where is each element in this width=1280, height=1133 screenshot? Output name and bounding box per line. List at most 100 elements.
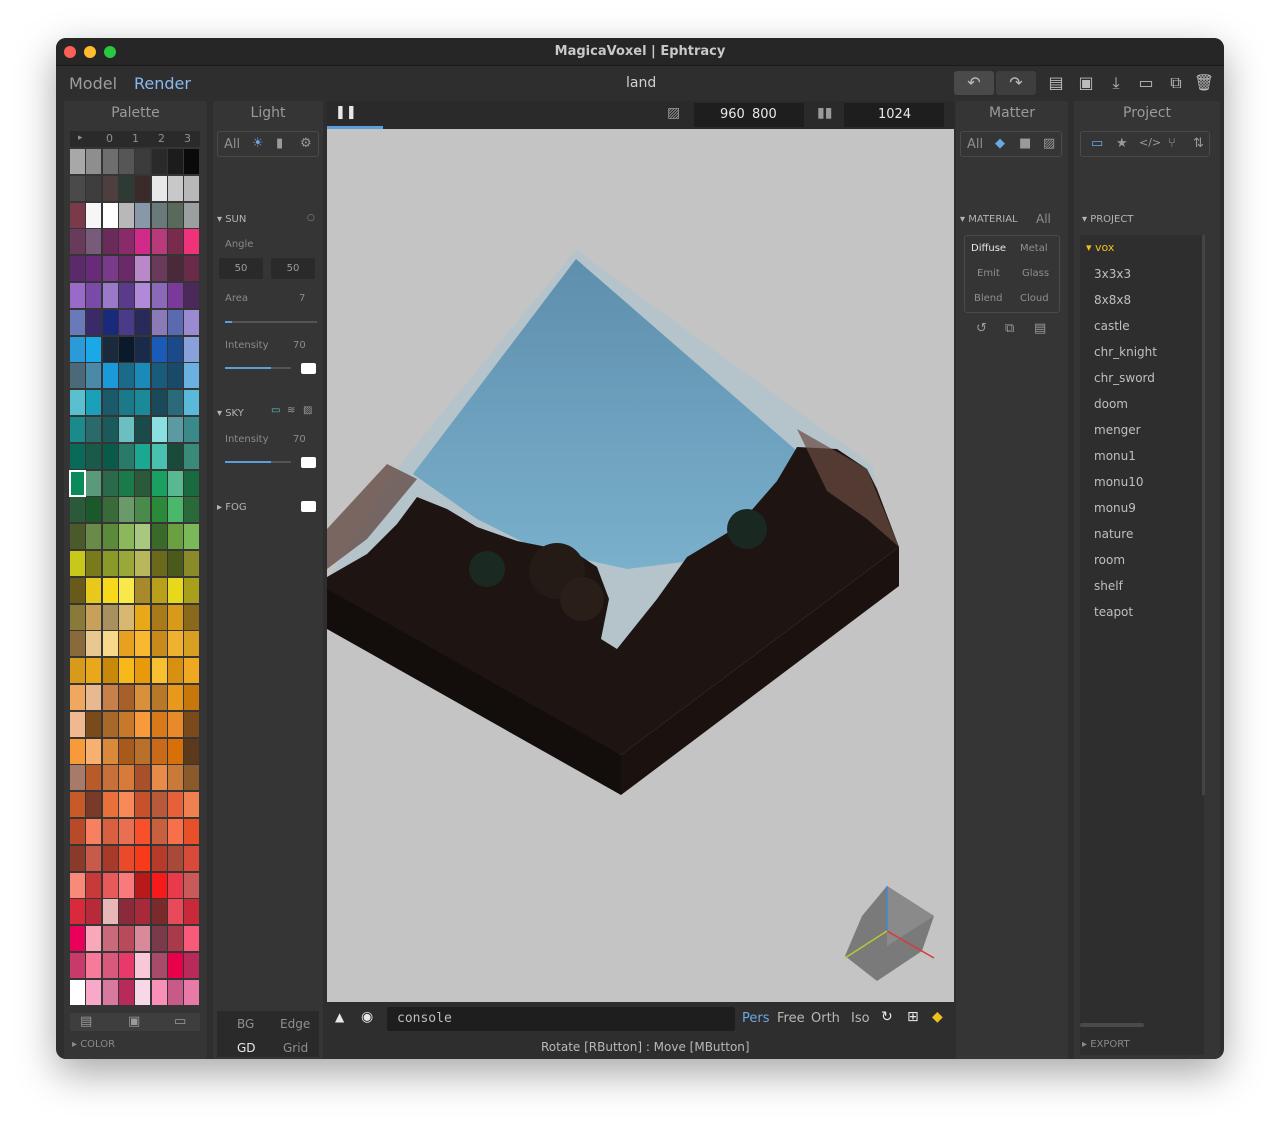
palette-swatch[interactable] <box>70 765 85 791</box>
palette-swatch[interactable] <box>151 175 167 201</box>
matter-filter-all[interactable]: All <box>967 137 983 152</box>
palette-swatch[interactable] <box>70 524 85 550</box>
palette-swatch[interactable] <box>102 149 118 174</box>
sky-section-toggle[interactable]: ▾ SKY <box>217 408 244 419</box>
palette-swatch[interactable] <box>86 792 102 818</box>
gear-icon[interactable]: ⚙ <box>300 136 312 151</box>
palette-swatch[interactable] <box>118 953 134 978</box>
palette-swatch[interactable] <box>167 417 183 442</box>
palette-swatch[interactable] <box>86 658 102 684</box>
palette-swatch[interactable] <box>184 658 200 684</box>
palette-swatch[interactable] <box>151 604 167 630</box>
palette-swatch[interactable] <box>184 792 200 818</box>
palette-swatch[interactable] <box>118 658 134 684</box>
palette-swatch[interactable] <box>167 470 183 496</box>
palette-swatch[interactable] <box>151 926 167 952</box>
sun-color-swatch[interactable] <box>301 363 316 374</box>
palette-swatch[interactable] <box>118 283 134 308</box>
palette-swatch[interactable] <box>167 283 183 308</box>
sun-intensity-slider[interactable] <box>225 367 291 369</box>
palette-swatch[interactable] <box>184 845 200 871</box>
palette-swatch[interactable] <box>135 685 151 710</box>
render-size-field[interactable]: 960 800 <box>694 103 804 127</box>
palette-swatch[interactable] <box>135 845 151 871</box>
palette-swatch[interactable] <box>184 283 200 308</box>
samples-field[interactable]: 1024 <box>844 103 944 127</box>
palette-swatch[interactable] <box>135 417 151 442</box>
palette-swatch[interactable] <box>118 524 134 550</box>
palette-swatch[interactable] <box>70 979 85 1005</box>
palette-swatch[interactable] <box>167 845 183 871</box>
palette-swatch[interactable] <box>86 577 102 603</box>
palette-swatch[interactable] <box>135 443 151 469</box>
palette-swatch[interactable] <box>135 738 151 764</box>
palette-swatch[interactable] <box>102 872 118 898</box>
palette-swatch[interactable] <box>135 390 151 416</box>
palette-swatch[interactable] <box>118 685 134 710</box>
palette-swatch[interactable] <box>135 792 151 818</box>
palette-swatch[interactable] <box>167 765 183 791</box>
palette-swatch[interactable] <box>167 819 183 844</box>
palette-swatch[interactable] <box>70 309 85 335</box>
palette-swatch[interactable] <box>86 283 102 308</box>
palette-swatch[interactable] <box>118 336 134 362</box>
palette-swatch[interactable] <box>86 336 102 362</box>
palette-swatch[interactable] <box>102 631 118 657</box>
palette-swatch[interactable] <box>184 899 200 925</box>
frame-icon[interactable]: ⊞ <box>907 1009 919 1025</box>
palette-swatch[interactable] <box>70 738 85 764</box>
palette-swatch[interactable] <box>151 953 167 978</box>
sort-icon[interactable]: ⇅ <box>1193 136 1204 151</box>
palette-swatch[interactable] <box>86 417 102 442</box>
palette-swatch[interactable] <box>102 792 118 818</box>
palette-swatch[interactable] <box>135 899 151 925</box>
palette-swatch[interactable] <box>135 497 151 523</box>
samples-chart-icon[interactable]: ▮▮ <box>817 105 832 121</box>
export-section-toggle[interactable]: ▸ EXPORT <box>1082 1039 1130 1050</box>
palette-swatch[interactable] <box>135 551 151 576</box>
palette-swatch[interactable] <box>86 202 102 228</box>
palette-swatch[interactable] <box>118 175 134 201</box>
palette-swatch[interactable] <box>86 738 102 764</box>
palette-swatch[interactable] <box>151 149 167 174</box>
palette-swatch[interactable] <box>102 470 118 496</box>
palette-swatch[interactable] <box>102 283 118 308</box>
palette-swatch[interactable] <box>102 765 118 791</box>
palette-swatch[interactable] <box>135 872 151 898</box>
palette-swatch[interactable] <box>167 953 183 978</box>
palette-swatch[interactable] <box>102 711 118 737</box>
palette-swatch[interactable] <box>135 711 151 737</box>
project-file-item[interactable]: monu10 <box>1094 475 1144 489</box>
palette-swatch[interactable] <box>167 738 183 764</box>
project-file-item[interactable]: menger <box>1094 423 1141 437</box>
palette-swatch[interactable] <box>184 497 200 523</box>
palette-swatch[interactable] <box>167 792 183 818</box>
area-value[interactable]: 7 <box>299 293 305 304</box>
sun-intensity-value[interactable]: 70 <box>293 340 306 351</box>
palette-swatch[interactable] <box>151 390 167 416</box>
cube-material-icon[interactable]: ◆ <box>995 136 1005 151</box>
palette-swatch[interactable] <box>102 979 118 1005</box>
bg-toggle[interactable]: BG <box>237 1017 254 1031</box>
palette-swatch[interactable] <box>70 604 85 630</box>
palette-tab-1[interactable]: 1 <box>132 132 139 145</box>
palette-tab-0[interactable]: 0 <box>106 132 113 145</box>
project-file-item[interactable]: 8x8x8 <box>1094 293 1131 307</box>
palette-swatch[interactable] <box>184 390 200 416</box>
palette-swatch[interactable] <box>151 685 167 710</box>
material-blend[interactable]: Blend <box>974 293 1002 304</box>
palette-swatch[interactable] <box>151 979 167 1005</box>
palette-swatch[interactable] <box>184 417 200 442</box>
palette-swatch[interactable] <box>118 390 134 416</box>
palette-swatch[interactable] <box>118 577 134 603</box>
palette-swatch[interactable] <box>151 577 167 603</box>
image-icon[interactable]: ▨ <box>667 105 680 121</box>
palette-swatch[interactable] <box>135 819 151 844</box>
palette-swatch[interactable] <box>118 202 134 228</box>
palette-swatch[interactable] <box>102 551 118 576</box>
material-diffuse[interactable]: Diffuse <box>971 243 1006 254</box>
palette-swatch[interactable] <box>70 336 85 362</box>
fog-section-toggle[interactable]: ▸ FOG <box>217 502 247 513</box>
palette-swatch[interactable] <box>70 283 85 308</box>
palette-swatch[interactable] <box>102 604 118 630</box>
